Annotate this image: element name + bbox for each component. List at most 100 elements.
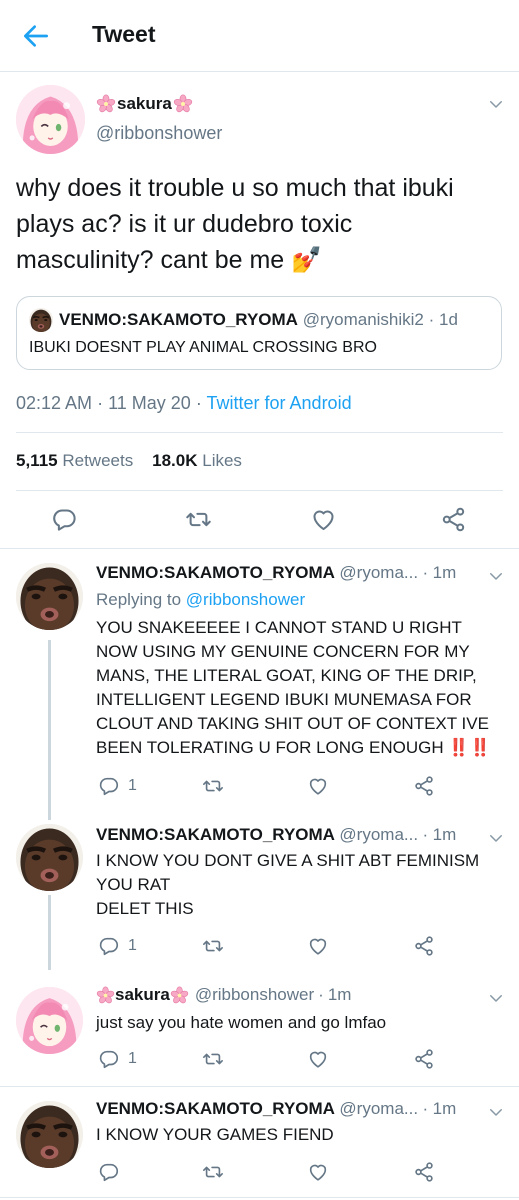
retweet-icon[interactable] — [202, 935, 224, 957]
retweet-icon[interactable] — [202, 1161, 224, 1183]
replying-to-label: Replying to — [96, 590, 182, 609]
thread-line — [48, 895, 51, 970]
retweets-link[interactable]: 5,115 Retweets — [16, 451, 133, 470]
thread-line — [48, 640, 51, 820]
reply-text: I KNOW YOUR GAMES FIEND — [96, 1125, 334, 1144]
sakura-flower-icon — [96, 94, 116, 114]
like-icon[interactable] — [307, 775, 329, 797]
replying-to-handle[interactable]: @ribbonshower — [186, 590, 305, 609]
header-title: Tweet — [92, 21, 156, 47]
chevron-down-icon[interactable] — [487, 1103, 505, 1121]
tweet-text: why does it trouble u so much that ibuki… — [16, 170, 496, 278]
tweet-date: 11 May 20 — [108, 393, 191, 413]
likes-count: 18.0K — [152, 451, 198, 470]
tweet-stats: 5,115 Retweets 18.0K Likes — [16, 451, 242, 471]
reply-header: sakura @ribbonshower · 1m — [96, 985, 351, 1005]
share-icon[interactable] — [440, 506, 467, 533]
avatar[interactable] — [16, 824, 83, 891]
like-icon[interactable] — [307, 1048, 329, 1070]
divider — [0, 1197, 519, 1198]
reply-text-body: YOU SNAKEEEEE I CANNOT STAND U RIGHT NOW… — [96, 618, 489, 757]
tweet-text-body: why does it trouble u so much that ibuki… — [16, 174, 454, 274]
quoted-avatar — [29, 308, 53, 332]
back-button[interactable] — [20, 20, 52, 52]
avatar[interactable] — [16, 563, 83, 630]
reply-icon[interactable] — [51, 506, 78, 533]
likes-label: Likes — [202, 451, 242, 470]
divider — [0, 548, 519, 549]
retweets-count: 5,115 — [16, 451, 58, 470]
avatar[interactable] — [16, 85, 85, 154]
quoted-header: VENMO:SAKAMOTO_RYOMA @ryomanishiki2 · 1d — [59, 310, 458, 330]
divider — [16, 432, 503, 433]
quoted-sep: · — [428, 310, 435, 329]
reply-author-handle: @ryoma... — [339, 825, 419, 844]
reply-sep: · — [422, 563, 429, 582]
avatar[interactable] — [16, 987, 83, 1054]
share-icon[interactable] — [413, 1048, 435, 1070]
reply-icon[interactable] — [98, 935, 120, 957]
divider — [0, 1086, 519, 1087]
reply-count: 1 — [128, 777, 137, 794]
chevron-down-icon[interactable] — [487, 829, 505, 847]
reply-sep: · — [422, 825, 429, 844]
tweet-dot: · — [97, 393, 104, 413]
reply-author-name[interactable]: VENMO:SAKAMOTO_RYOMA — [96, 563, 335, 582]
display-name: sakura — [117, 94, 172, 113]
quoted-text: IBUKI DOESNT PLAY ANIMAL CROSSING BRO — [29, 339, 377, 356]
reply-author-name[interactable]: VENMO:SAKAMOTO_RYOMA — [96, 825, 335, 844]
quoted-tweet[interactable]: VENMO:SAKAMOTO_RYOMA @ryomanishiki2 · 1d… — [16, 296, 502, 370]
author-name[interactable]: sakura — [96, 91, 193, 117]
quoted-name: VENMO:SAKAMOTO_RYOMA — [59, 310, 298, 329]
double-exclamation-emoji: ‼️‼️ — [448, 738, 491, 757]
reply-header: VENMO:SAKAMOTO_RYOMA @ryoma... · 1m — [96, 825, 456, 845]
like-icon[interactable] — [310, 506, 337, 533]
reply-text: I KNOW YOU DONT GIVE A SHIT ABT FEMINISM… — [96, 851, 480, 918]
reply-header: VENMO:SAKAMOTO_RYOMA @ryoma... · 1m — [96, 563, 456, 583]
reply-icon[interactable] — [98, 775, 120, 797]
reply-author-handle: @ryoma... — [339, 1099, 419, 1118]
nail-polish-emoji: 💅 — [291, 246, 323, 274]
reply-icon[interactable] — [98, 1048, 120, 1070]
reply-author-handle: @ryoma... — [339, 563, 419, 582]
chevron-down-icon[interactable] — [487, 989, 505, 1007]
reply-author-handle: @ribbonshower — [194, 985, 315, 1004]
likes-link[interactable]: 18.0K Likes — [152, 451, 242, 470]
tweet-source-link[interactable]: Twitter for Android — [207, 393, 352, 413]
retweet-icon[interactable] — [202, 775, 224, 797]
share-icon[interactable] — [413, 935, 435, 957]
reply-text: just say you hate women and go lmfao — [96, 1013, 387, 1032]
reply-sep: · — [422, 1099, 429, 1118]
reply-author-name[interactable]: VENMO:SAKAMOTO_RYOMA — [96, 1099, 335, 1118]
sakura-flower-icon — [170, 986, 189, 1005]
reply-time: 1m — [327, 985, 352, 1004]
chevron-down-icon[interactable] — [487, 567, 505, 585]
divider — [16, 490, 503, 491]
retweets-label: Retweets — [62, 451, 134, 470]
retweet-icon[interactable] — [202, 1048, 224, 1070]
reply-count: 1 — [128, 1050, 137, 1067]
like-icon[interactable] — [307, 935, 329, 957]
chevron-down-icon[interactable] — [487, 95, 505, 113]
sakura-flower-icon — [96, 986, 115, 1005]
author-handle[interactable]: @ribbonshower — [96, 123, 222, 144]
reply-sep: · — [318, 985, 324, 1004]
reply-time: 1m — [432, 563, 457, 582]
tweet-timestamp: 02:12 AM · 11 May 20 · Twitter for Andro… — [16, 393, 352, 414]
tweet-time: 02:12 AM — [16, 393, 93, 413]
reply-time: 1m — [432, 825, 457, 844]
reply-author-name[interactable]: sakura — [115, 985, 170, 1005]
app-header: Tweet — [0, 0, 519, 72]
quoted-time: 1d — [439, 310, 458, 329]
replying-to: Replying to @ribbonshower — [96, 590, 305, 610]
back-arrow-icon — [24, 25, 48, 47]
reply-count: 1 — [128, 937, 137, 954]
like-icon[interactable] — [307, 1161, 329, 1183]
share-icon[interactable] — [413, 1161, 435, 1183]
reply-text: YOU SNAKEEEEE I CANNOT STAND U RIGHT NOW… — [96, 616, 506, 760]
share-icon[interactable] — [413, 775, 435, 797]
sakura-flower-icon — [173, 94, 193, 114]
avatar[interactable] — [16, 1101, 83, 1168]
reply-icon[interactable] — [98, 1161, 120, 1183]
retweet-icon[interactable] — [185, 506, 212, 533]
